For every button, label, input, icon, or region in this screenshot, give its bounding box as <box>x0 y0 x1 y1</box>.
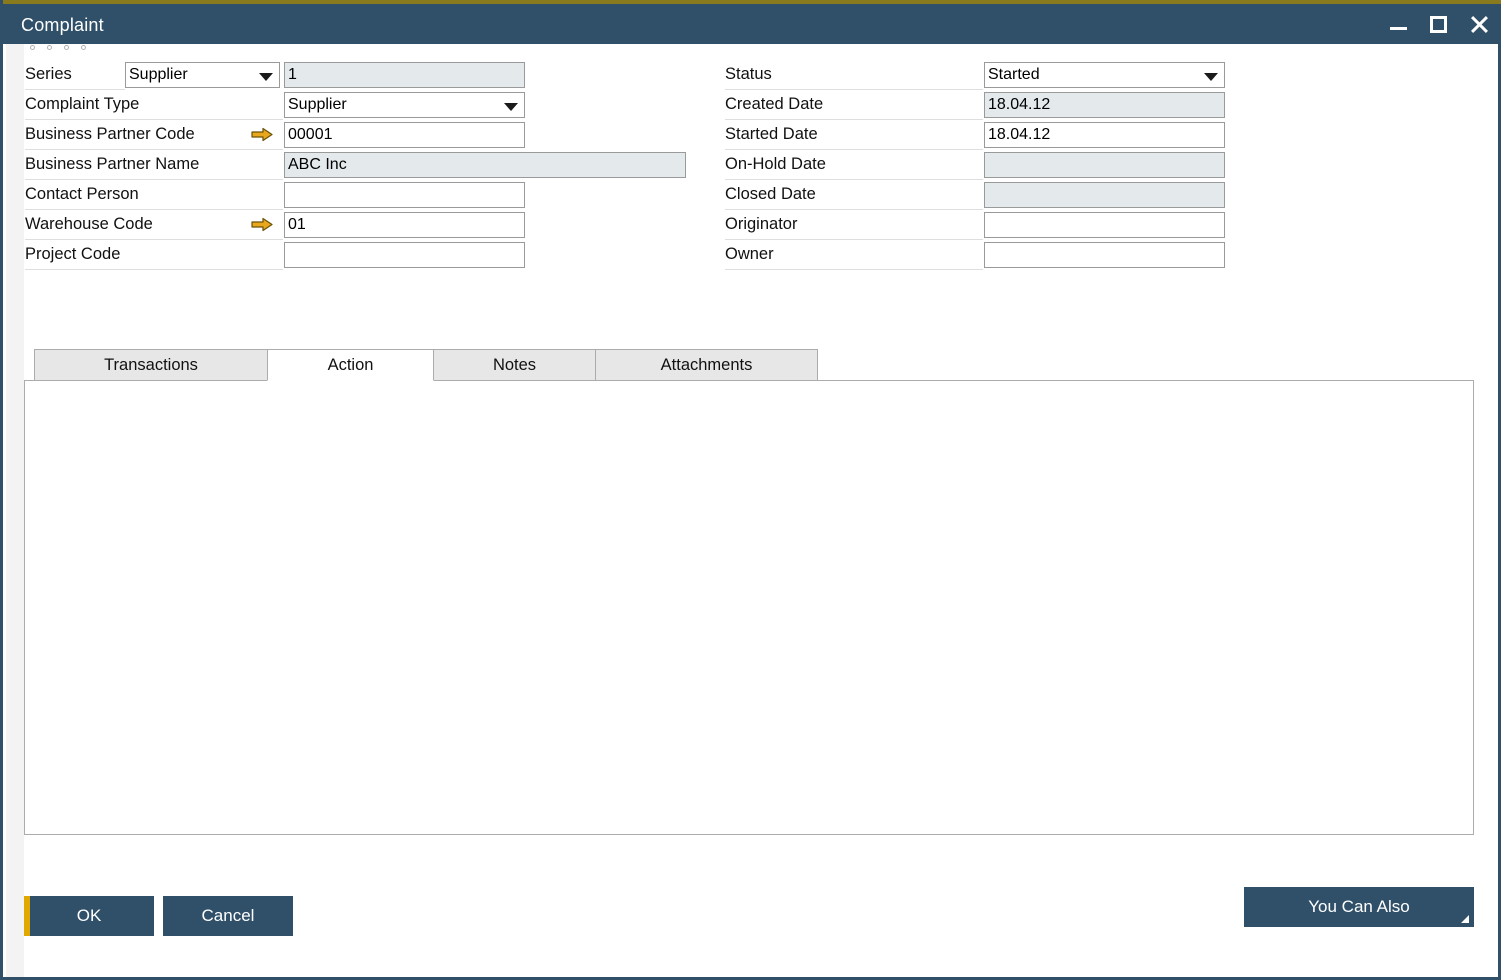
header-right-column: Status Started Created Date 18.04.12 Sta… <box>725 60 1235 270</box>
tab-attachments[interactable]: Attachments <box>595 349 818 381</box>
originator-field[interactable] <box>984 212 1225 238</box>
grip-dot <box>30 45 35 50</box>
label-created-date: Created Date <box>725 90 983 120</box>
grip-dot <box>81 45 86 50</box>
project-code-field[interactable] <box>284 242 525 268</box>
chevron-down-icon <box>259 73 273 81</box>
closed-date-field[interactable] <box>984 182 1225 208</box>
complaint-window: Complaint Series Supplier 1 Complaint Ty… <box>0 0 1501 980</box>
link-arrow-icon <box>251 127 273 142</box>
title-bar[interactable]: Complaint <box>3 4 1501 44</box>
contact-person-field[interactable] <box>284 182 525 208</box>
status-value: Started <box>988 66 1040 83</box>
field-row-on-hold-date: On-Hold Date <box>725 150 1235 180</box>
corner-triangle-icon <box>1461 915 1469 923</box>
owner-field[interactable] <box>984 242 1225 268</box>
window-controls <box>1388 13 1490 35</box>
label-project-code: Project Code <box>25 240 283 270</box>
field-row-warehouse-code: Warehouse Code 01 <box>25 210 695 240</box>
field-row-owner: Owner <box>725 240 1235 270</box>
field-row-status: Status Started <box>725 60 1235 90</box>
status-select[interactable]: Started <box>984 62 1225 88</box>
chevron-down-icon <box>504 103 518 111</box>
field-row-series: Series Supplier 1 <box>25 60 695 90</box>
label-on-hold-date: On-Hold Date <box>725 150 983 180</box>
close-icon[interactable] <box>1468 13 1490 35</box>
grip-dot <box>64 45 69 50</box>
series-select-value: Supplier <box>129 66 188 83</box>
business-partner-code-field[interactable]: 00001 <box>284 122 525 148</box>
ok-button-accent-bar <box>24 896 30 936</box>
field-row-originator: Originator <box>725 210 1235 240</box>
tab-panel-action <box>24 380 1474 835</box>
field-row-started-date: Started Date 18.04.12 <box>725 120 1235 150</box>
created-date-field[interactable]: 18.04.12 <box>984 92 1225 118</box>
field-row-business-partner-code: Business Partner Code 00001 <box>25 120 695 150</box>
label-business-partner-code: Business Partner Code <box>25 120 240 150</box>
label-complaint-type: Complaint Type <box>25 90 283 120</box>
tab-action[interactable]: Action <box>267 349 434 381</box>
tab-bar: Transactions Action Notes Attachments <box>34 349 817 381</box>
ok-button[interactable]: OK <box>24 896 154 936</box>
complaint-type-value: Supplier <box>288 96 347 113</box>
warehouse-code-field[interactable]: 01 <box>284 212 525 238</box>
field-row-closed-date: Closed Date <box>725 180 1235 210</box>
window-title: Complaint <box>21 15 104 36</box>
form-grip-dots <box>30 45 86 50</box>
label-started-date: Started Date <box>725 120 983 150</box>
business-partner-name-field[interactable]: ABC Inc <box>284 152 686 178</box>
series-select[interactable]: Supplier <box>125 62 280 88</box>
label-warehouse-code: Warehouse Code <box>25 210 240 240</box>
label-owner: Owner <box>725 240 983 270</box>
field-row-complaint-type: Complaint Type Supplier <box>25 90 695 120</box>
label-originator: Originator <box>725 210 983 240</box>
minimize-icon[interactable] <box>1388 13 1410 35</box>
field-row-project-code: Project Code <box>25 240 695 270</box>
field-row-created-date: Created Date 18.04.12 <box>725 90 1235 120</box>
cancel-button[interactable]: Cancel <box>163 896 293 936</box>
maximize-icon[interactable] <box>1428 13 1450 35</box>
header-left-column: Series Supplier 1 Complaint Type Supplie… <box>25 60 695 270</box>
label-closed-date: Closed Date <box>725 180 983 210</box>
tab-notes[interactable]: Notes <box>433 349 596 381</box>
started-date-field[interactable]: 18.04.12 <box>984 122 1225 148</box>
tab-transactions[interactable]: Transactions <box>34 349 268 381</box>
link-arrow-icon <box>251 217 273 232</box>
label-series: Series <box>25 60 125 90</box>
chevron-down-icon <box>1204 73 1218 81</box>
label-business-partner-name: Business Partner Name <box>25 150 283 180</box>
field-row-business-partner-name: Business Partner Name ABC Inc <box>25 150 695 180</box>
series-number-field[interactable]: 1 <box>284 62 525 88</box>
grip-dot <box>47 45 52 50</box>
field-row-contact-person: Contact Person <box>25 180 695 210</box>
left-edge-strip <box>6 44 24 977</box>
you-can-also-button[interactable]: You Can Also <box>1244 887 1474 927</box>
you-can-also-label: You Can Also <box>1308 897 1409 916</box>
label-contact-person: Contact Person <box>25 180 283 210</box>
link-arrow-business-partner-code[interactable] <box>240 120 283 150</box>
link-arrow-warehouse-code[interactable] <box>240 210 283 240</box>
label-status: Status <box>725 60 983 90</box>
complaint-type-select[interactable]: Supplier <box>284 92 525 118</box>
on-hold-date-field[interactable] <box>984 152 1225 178</box>
